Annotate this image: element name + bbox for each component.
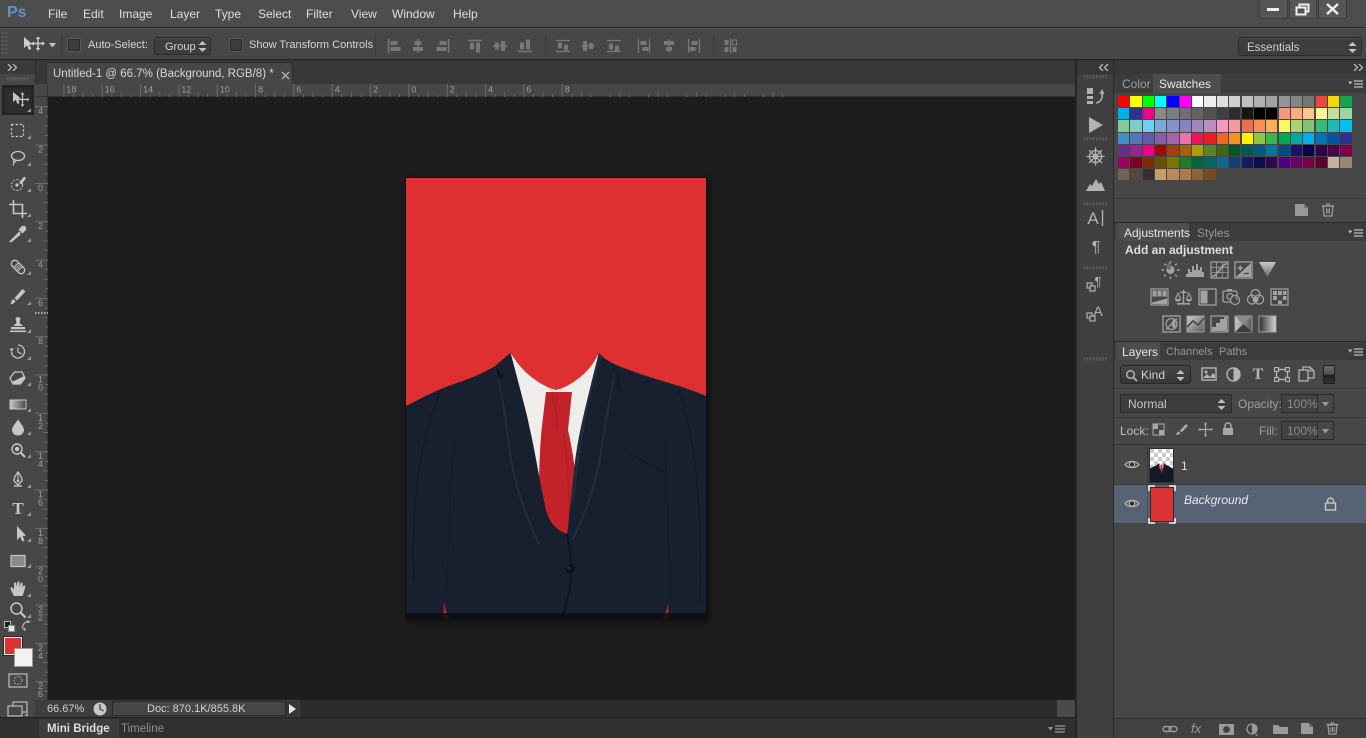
svg-text:4: 4 bbox=[38, 260, 43, 270]
svg-text:8: 8 bbox=[38, 536, 43, 546]
svg-text:4: 4 bbox=[488, 85, 493, 95]
svg-text:2: 2 bbox=[38, 145, 43, 155]
svg-text:8: 8 bbox=[38, 336, 43, 346]
svg-text:8: 8 bbox=[565, 85, 570, 95]
svg-text:2: 2 bbox=[373, 85, 378, 95]
svg-text:4: 4 bbox=[38, 106, 43, 116]
svg-text:4: 4 bbox=[38, 459, 43, 469]
svg-text:0: 0 bbox=[38, 183, 43, 193]
svg-text:18: 18 bbox=[66, 85, 76, 95]
svg-text:4: 4 bbox=[38, 651, 43, 661]
svg-text:6: 6 bbox=[296, 85, 301, 95]
svg-text:6: 6 bbox=[38, 689, 43, 699]
svg-text:2: 2 bbox=[38, 613, 43, 623]
svg-text:0: 0 bbox=[38, 383, 43, 393]
svg-text:4: 4 bbox=[335, 85, 340, 95]
svg-text:10: 10 bbox=[220, 85, 230, 95]
svg-text:T: T bbox=[12, 499, 24, 517]
svg-text:6: 6 bbox=[38, 298, 43, 308]
svg-text:0: 0 bbox=[411, 85, 416, 95]
svg-text:14: 14 bbox=[143, 85, 153, 95]
svg-text:12: 12 bbox=[181, 85, 191, 95]
svg-text:6: 6 bbox=[38, 498, 43, 508]
svg-text:¶: ¶ bbox=[1092, 239, 1101, 255]
svg-text:2: 2 bbox=[450, 85, 455, 95]
svg-text:16: 16 bbox=[105, 85, 115, 95]
svg-text:2: 2 bbox=[38, 221, 43, 231]
svg-text:8: 8 bbox=[258, 85, 263, 95]
svg-text:T: T bbox=[1253, 366, 1264, 381]
svg-text:0: 0 bbox=[38, 574, 43, 584]
svg-text:6: 6 bbox=[526, 85, 531, 95]
svg-text:A: A bbox=[1087, 209, 1099, 228]
svg-text:2: 2 bbox=[38, 421, 43, 431]
